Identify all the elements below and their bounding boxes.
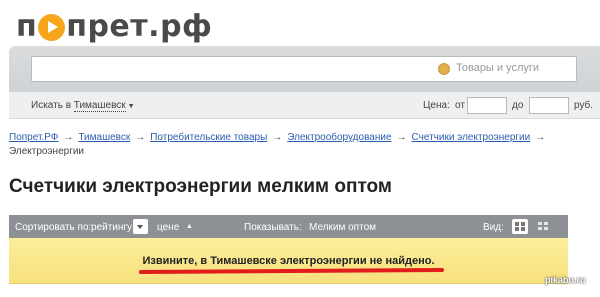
not-found-notice: Извините, в Тимашевске электроэнергии не… bbox=[9, 238, 568, 284]
sort-rating-option[interactable]: рейтингу bbox=[91, 222, 132, 233]
sort-label: Сортировать по: bbox=[15, 222, 92, 233]
sort-arrow-icon[interactable]: ▲ bbox=[186, 223, 193, 230]
breadcrumb-city[interactable]: Тимашевск bbox=[78, 132, 130, 143]
search-logo-icon bbox=[438, 63, 450, 75]
currency-label: руб. bbox=[574, 100, 594, 111]
arrow-right-icon: → bbox=[396, 132, 407, 143]
search-placeholder: Товары и услуги bbox=[456, 62, 540, 74]
logo-text-end: прет.рф bbox=[66, 8, 213, 44]
not-found-message: Извините, в Тимашевске электроэнергии не… bbox=[142, 255, 435, 267]
breadcrumb-home[interactable]: Попрет.РФ bbox=[9, 132, 58, 143]
arrow-right-icon: → bbox=[63, 132, 74, 143]
sort-price-option[interactable]: цене bbox=[157, 222, 179, 233]
red-underline-mark bbox=[138, 267, 445, 275]
sort-dropdown-button[interactable] bbox=[133, 219, 148, 234]
breadcrumb-current: Электроэнергии bbox=[9, 146, 85, 157]
search-input[interactable]: Товары и услуги bbox=[31, 56, 577, 82]
breadcrumb-meters[interactable]: Счетчики электроэнергии bbox=[412, 132, 531, 143]
page-title: Счетчики электроэнергии мелким оптом bbox=[9, 176, 392, 197]
grid-view-icon[interactable] bbox=[512, 219, 528, 234]
logo-play-icon bbox=[38, 13, 66, 41]
breadcrumb-electrical[interactable]: Электрооборудование bbox=[287, 132, 391, 143]
site-logo[interactable]: п прет.рф bbox=[16, 6, 212, 46]
filter-row: Искать в Тимашевск ▼ Цена: от до руб. bbox=[9, 92, 600, 119]
breadcrumb-consumer-goods[interactable]: Потребительские товары bbox=[150, 132, 267, 143]
list-view-icon[interactable] bbox=[536, 219, 552, 234]
show-value-option[interactable]: Мелким оптом bbox=[309, 222, 376, 233]
price-to-input[interactable] bbox=[529, 97, 569, 114]
price-from-label: от bbox=[455, 100, 465, 111]
location-city[interactable]: Тимашевск bbox=[73, 100, 126, 112]
view-label: Вид: bbox=[483, 222, 504, 233]
location-selector[interactable]: Искать в Тимашевск ▼ bbox=[31, 100, 135, 112]
chevron-down-icon[interactable]: ▼ bbox=[128, 103, 135, 110]
price-from-input[interactable] bbox=[467, 97, 507, 114]
arrow-right-icon: → bbox=[272, 132, 283, 143]
watermark: pikabu.ru bbox=[545, 275, 586, 285]
show-label: Показывать: bbox=[244, 222, 302, 233]
sort-bar: Сортировать по: рейтингу цене ▲ Показыва… bbox=[9, 215, 568, 238]
arrow-right-icon: → bbox=[135, 132, 146, 143]
logo-text-start: п bbox=[16, 8, 38, 44]
breadcrumb: Попрет.РФ → Тимашевск → Потребительские това… bbox=[9, 131, 579, 159]
price-label: Цена: bbox=[423, 100, 450, 111]
location-prefix: Искать в bbox=[31, 100, 72, 111]
arrow-right-icon: → bbox=[535, 132, 546, 143]
price-to-label: до bbox=[512, 100, 524, 111]
search-band: Товары и услуги bbox=[9, 46, 600, 92]
